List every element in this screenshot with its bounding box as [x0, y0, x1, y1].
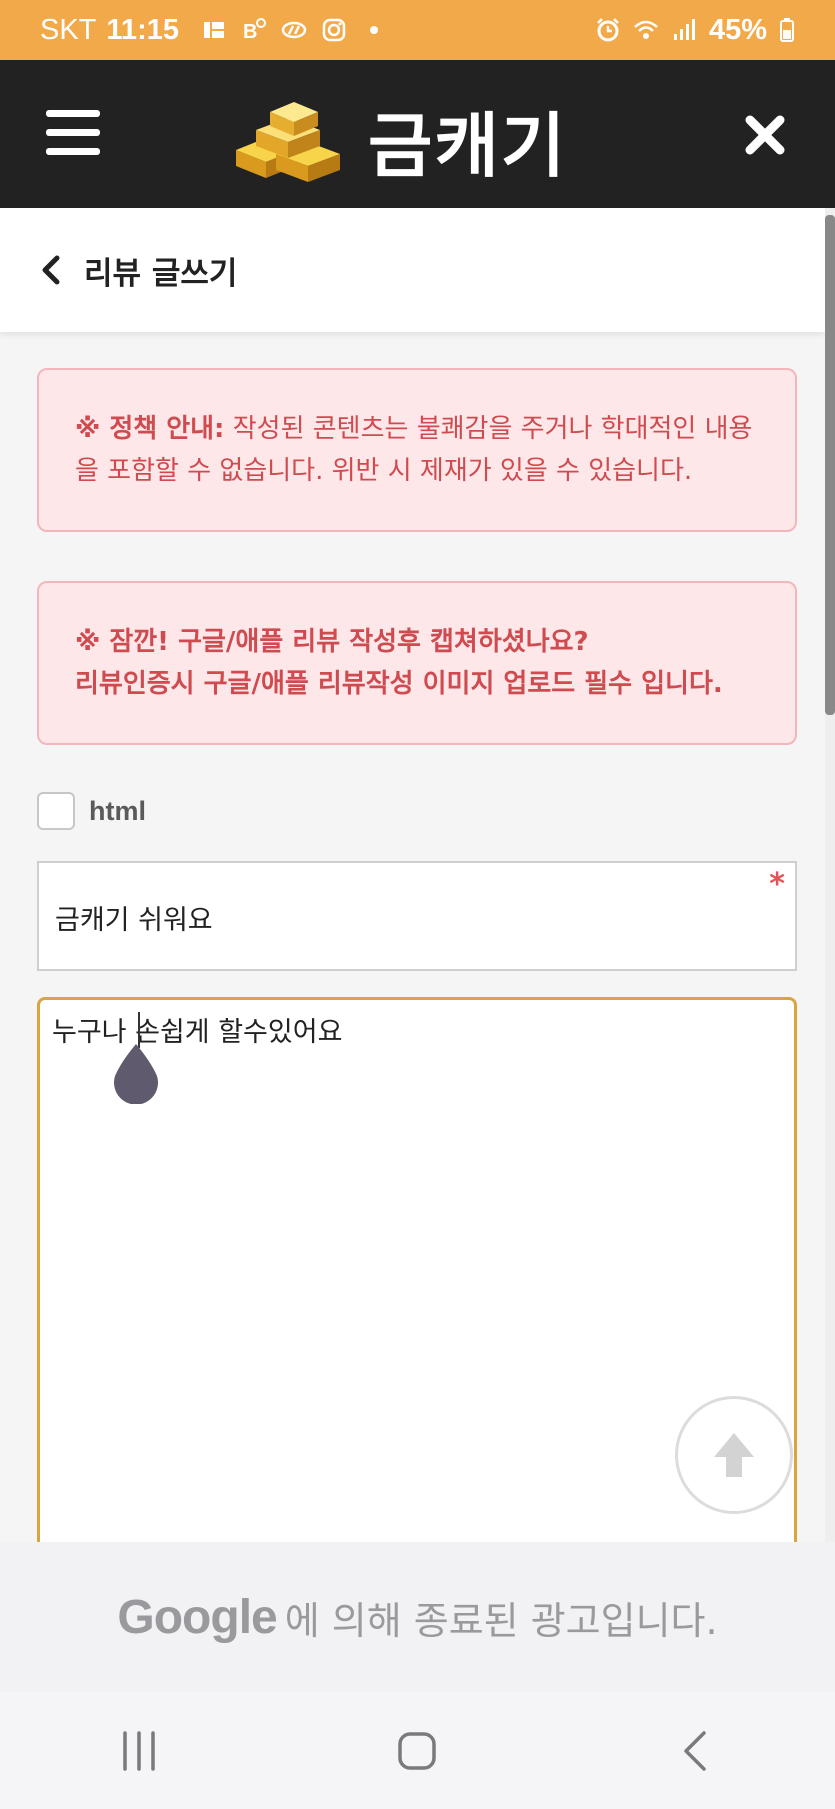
arrow-up-icon [714, 1433, 754, 1477]
app-logo[interactable]: 금캐기 [232, 90, 567, 191]
instagram-icon [322, 18, 346, 42]
carrier-label: SKT [40, 13, 97, 46]
notice-line-2: 리뷰인증시 구글/애플 리뷰작성 이미지 업로드 필수 입니다. [75, 669, 723, 699]
battery-icon [780, 18, 794, 42]
status-right: 45% [595, 14, 795, 47]
menu-button[interactable] [46, 110, 100, 158]
back-button[interactable]: 리뷰 글쓰기 [36, 248, 237, 293]
svg-text:B: B [243, 21, 257, 43]
alarm-icon [597, 18, 619, 42]
upload-notice-alert: ※ 잠깐! 구글/애플 리뷰 작성후 캡쳐하셨나요? 리뷰인증시 구글/애플 리… [37, 581, 797, 745]
status-bar: SKT 11:15 B 45% [0, 0, 835, 60]
back-arrow-icon [684, 1730, 706, 1771]
wifi-icon [634, 20, 658, 39]
page-title: 리뷰 글쓰기 [84, 255, 238, 292]
home-icon [398, 1731, 437, 1770]
signal-icon [673, 19, 695, 40]
chevron-left-icon [42, 255, 60, 285]
notice-alert-text: ※ 잠깐! 구글/애플 리뷰 작성후 캡쳐하셨나요? 리뷰인증시 구글/애플 리… [75, 621, 723, 705]
html-checkbox[interactable] [37, 792, 75, 830]
policy-alert-label: ※ 정책 안내: [75, 414, 225, 444]
content-text[interactable]: 누구나 손쉽게 할수있어요 [52, 1010, 342, 1049]
sub-header: 리뷰 글쓰기 [0, 208, 825, 332]
notice-line-1: ※ 잠깐! 구글/애플 리뷰 작성후 캡쳐하셨나요? [75, 627, 589, 657]
battery-percentage: 45% [708, 13, 767, 46]
html-option[interactable]: html [37, 792, 146, 830]
b-notification-icon: B [243, 18, 266, 43]
scrollbar-thumb[interactable] [825, 215, 835, 715]
hyundai-notification-icon [281, 21, 307, 39]
close-button[interactable] [740, 110, 790, 160]
app-notification-icon [203, 22, 224, 38]
home-button[interactable] [387, 1721, 447, 1781]
policy-alert: ※ 정책 안내: 작성된 콘텐츠는 불쾌감을 주거나 학대적인 내용을 포함할 … [37, 368, 797, 532]
more-notifications-dot-icon [369, 26, 378, 34]
scroll-top-button[interactable] [675, 1396, 793, 1514]
status-left: SKT 11:15 B [40, 14, 387, 47]
content-textarea[interactable]: 누구나 손쉽게 할수있어요 [37, 997, 797, 1597]
text-cursor-handle-icon[interactable] [111, 1040, 161, 1104]
ad-closed-text: 에 의해 종료된 광고입니다. [284, 1598, 718, 1643]
hamburger-icon-line [46, 129, 100, 136]
title-field[interactable]: * [37, 861, 797, 971]
app-header: 금캐기 [0, 60, 835, 208]
google-brand-text: Google [117, 1590, 277, 1644]
policy-alert-text: ※ 정책 안내: 작성된 콘텐츠는 불쾌감을 주거나 학대적인 내용을 포함할 … [75, 408, 759, 492]
title-input[interactable] [53, 891, 757, 943]
ad-banner: Google 에 의해 종료된 광고입니다. [0, 1542, 835, 1692]
close-icon [745, 115, 785, 155]
html-checkbox-label[interactable]: html [89, 796, 146, 827]
hamburger-icon-line [46, 110, 100, 117]
required-asterisk: * [769, 867, 785, 902]
clock: 11:15 [106, 13, 179, 46]
recent-apps-button[interactable] [109, 1721, 169, 1781]
hamburger-icon-line [46, 148, 100, 155]
app-title: 금캐기 [368, 105, 568, 187]
notification-icons: B [201, 17, 387, 43]
back-nav-button[interactable] [666, 1721, 726, 1781]
gold-bars-icon [236, 101, 340, 182]
system-navigation-bar [0, 1692, 835, 1809]
recent-apps-icon [123, 1730, 155, 1771]
